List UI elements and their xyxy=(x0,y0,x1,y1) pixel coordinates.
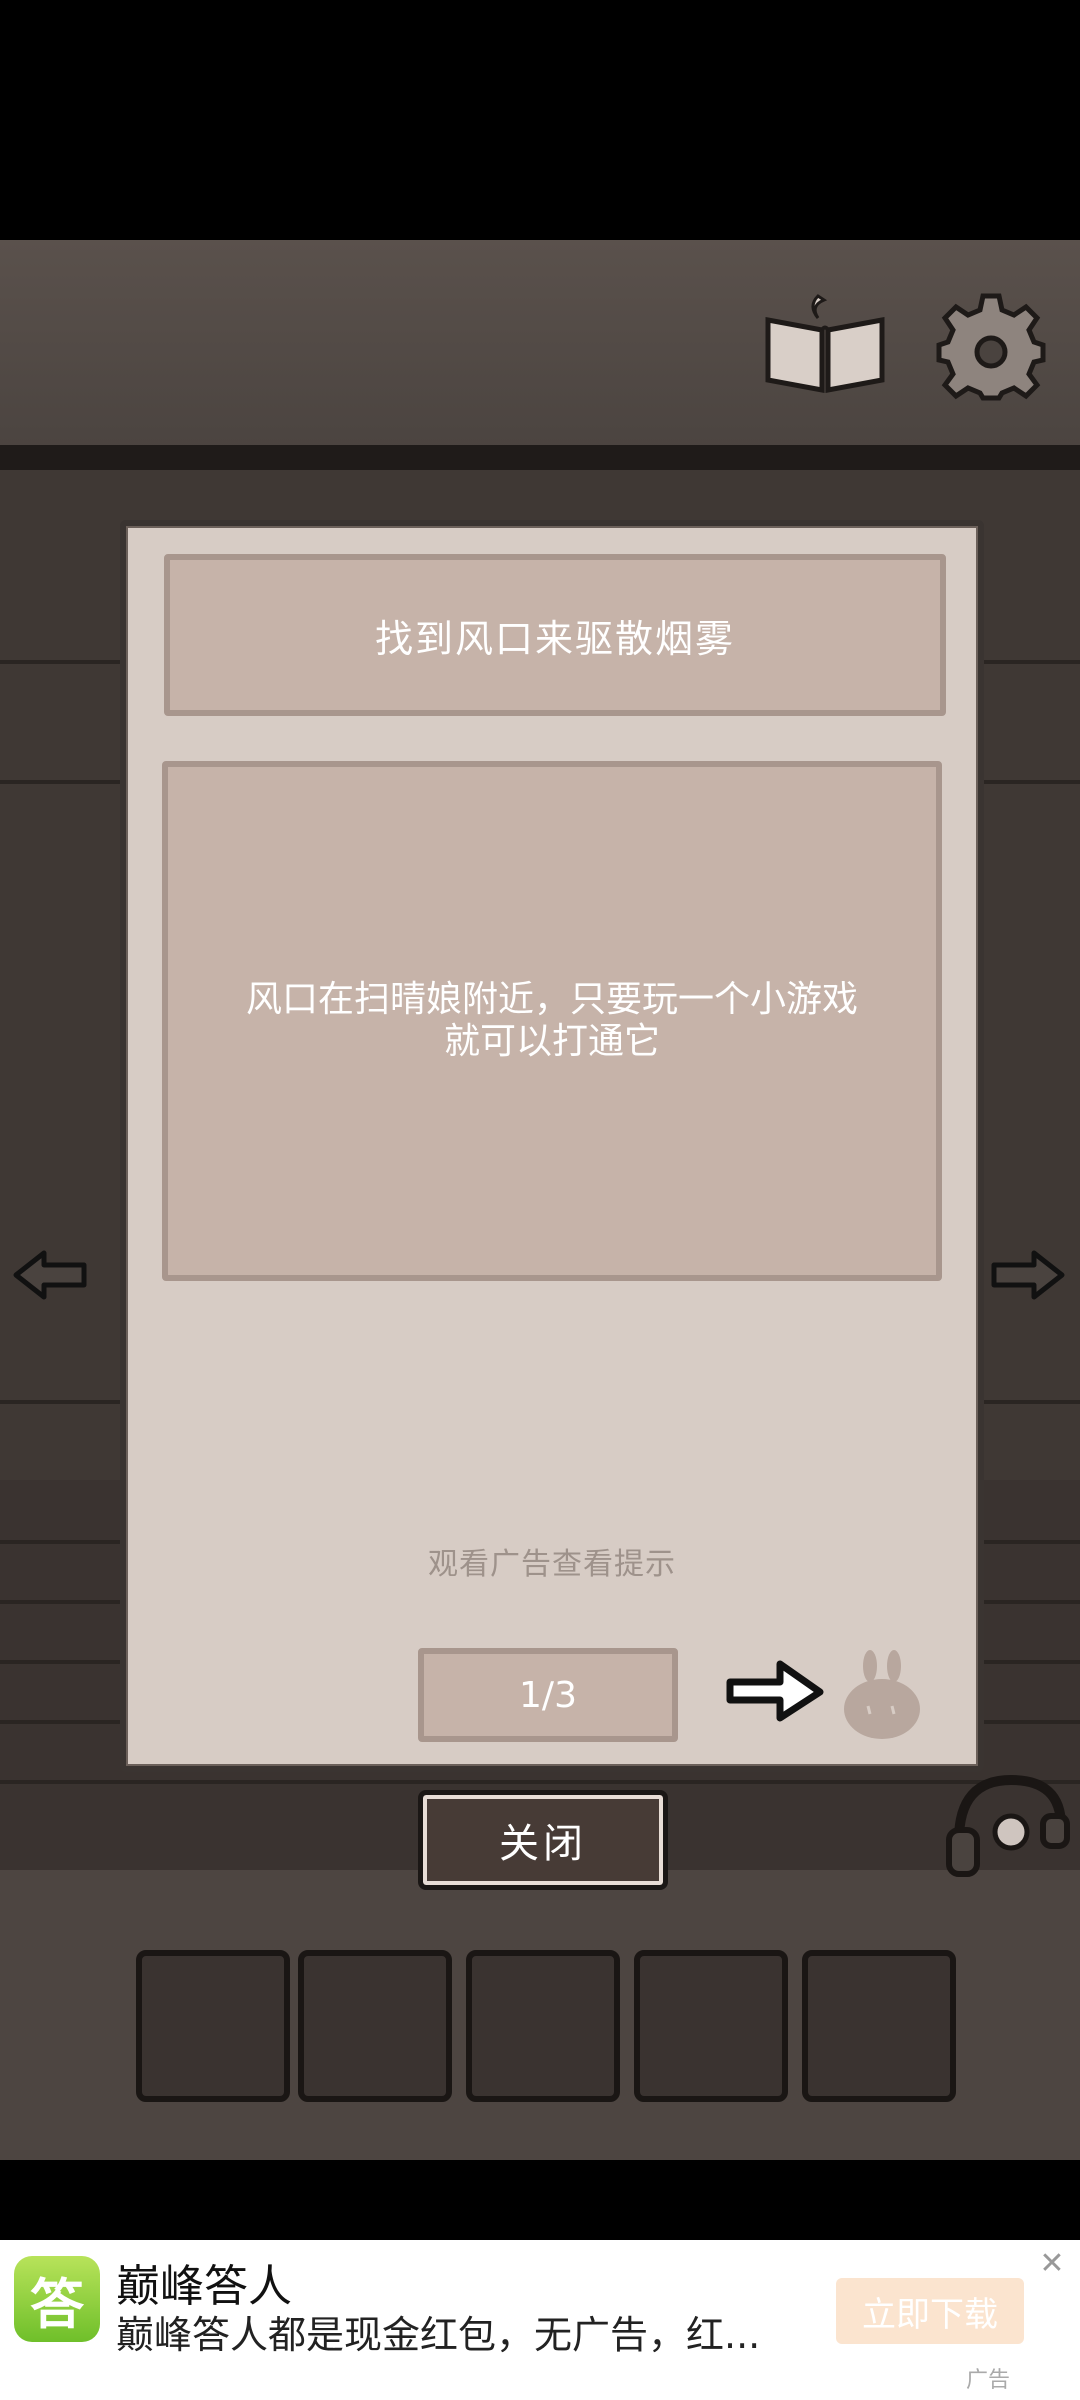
watch-ad-hint[interactable]: 观看广告查看提示 xyxy=(126,1539,978,1583)
ad-description[interactable]: 巅峰答人都是现金红包，无广告，红... xyxy=(116,2304,760,2359)
ad-download-button[interactable]: 立即下载 xyxy=(836,2278,1024,2344)
page-indicator-box: 1/3 xyxy=(418,1648,678,1742)
hint-body-line-2: 就可以打通它 xyxy=(443,1021,660,1062)
hint-title: 找到风口来驱散烟雾 xyxy=(374,616,735,661)
floor-plank xyxy=(0,1780,1080,1784)
hint-body-line-1: 风口在扫晴娘附近，只要玩一个小游戏 xyxy=(245,979,858,1020)
gear-icon[interactable] xyxy=(935,290,1047,402)
scene-rim xyxy=(0,445,1080,473)
headset-icon[interactable] xyxy=(945,1770,1070,1880)
ad-tag: 广告 xyxy=(966,2368,1011,2393)
next-arrow-icon[interactable] xyxy=(726,1656,826,1726)
page-indicator: 1/3 xyxy=(519,1674,577,1716)
inventory-slot[interactable] xyxy=(802,1950,956,2102)
arrow-left-icon[interactable] xyxy=(10,1245,90,1305)
close-button[interactable]: 关闭 xyxy=(418,1790,668,1890)
ad-banner[interactable]: 答 巅峰答人 巅峰答人都是现金红包，无广告，红... 立即下载 ✕ 广告 xyxy=(0,2240,1080,2400)
inventory-slot[interactable] xyxy=(298,1950,452,2102)
ad-app-icon[interactable]: 答 xyxy=(14,2256,100,2342)
hint-body-box: 风口在扫晴娘附近，只要玩一个小游戏 就可以打通它 xyxy=(162,761,942,1281)
inventory-slot[interactable] xyxy=(136,1950,290,2102)
inventory-slot[interactable] xyxy=(466,1950,620,2102)
book-icon[interactable] xyxy=(760,290,890,400)
scene-ceiling xyxy=(0,240,1080,450)
hint-body: 风口在扫晴娘附近，只要玩一个小游戏 就可以打通它 xyxy=(202,979,902,1063)
arrow-right-icon[interactable] xyxy=(988,1245,1068,1305)
ad-close-icon[interactable]: ✕ xyxy=(1036,2248,1068,2280)
hint-title-box: 找到风口来驱散烟雾 xyxy=(164,554,946,716)
bunny-icon xyxy=(832,1644,932,1744)
hint-dialog: 找到风口来驱散烟雾 风口在扫晴娘附近，只要玩一个小游戏 就可以打通它 观看广告查… xyxy=(120,520,984,1772)
close-button-label: 关闭 xyxy=(499,1821,587,1867)
inventory-slot[interactable] xyxy=(634,1950,788,2102)
